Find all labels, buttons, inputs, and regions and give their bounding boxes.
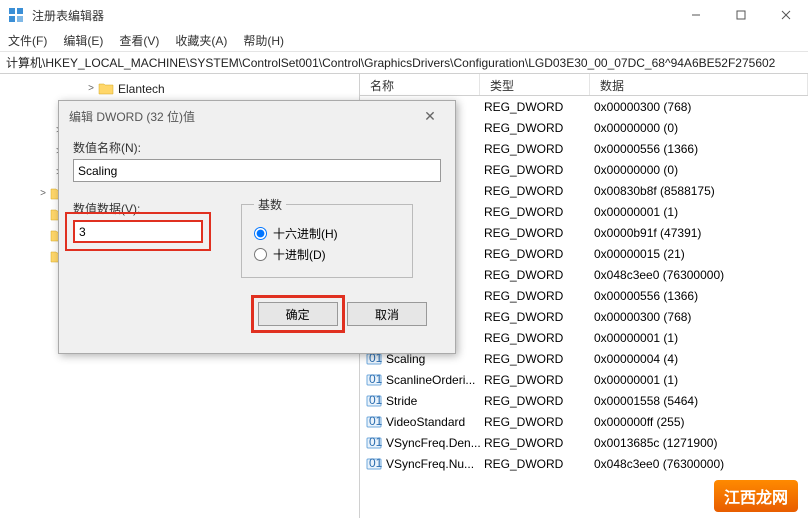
- row-type: REG_DWORD: [480, 268, 590, 282]
- folder-icon: [98, 82, 114, 96]
- row-data: 0x00000556 (1366): [590, 142, 808, 156]
- row-name: Stride: [386, 394, 417, 408]
- menu-bar: 文件(F) 编辑(E) 查看(V) 收藏夹(A) 帮助(H): [0, 30, 808, 52]
- row-data: 0x00000001 (1): [590, 331, 808, 345]
- row-type: REG_DWORD: [480, 121, 590, 135]
- value-name-input[interactable]: [73, 159, 441, 182]
- window-title: 注册表编辑器: [32, 7, 673, 24]
- row-data: 0x000000ff (255): [590, 415, 808, 429]
- dialog-titlebar: 编辑 DWORD (32 位)值 ✕: [59, 101, 455, 131]
- ok-button[interactable]: 确定: [258, 302, 338, 326]
- app-icon: [8, 7, 24, 23]
- row-type: REG_DWORD: [480, 331, 590, 345]
- row-type: REG_DWORD: [480, 100, 590, 114]
- row-type: REG_DWORD: [480, 289, 590, 303]
- row-data: 0x00000001 (1): [590, 205, 808, 219]
- row-data: 0x0013685c (1271900): [590, 436, 808, 450]
- menu-view[interactable]: 查看(V): [119, 32, 159, 49]
- value-data-label: 数值数据(V):: [73, 200, 203, 217]
- maximize-button[interactable]: [718, 0, 763, 30]
- col-name[interactable]: 名称: [360, 74, 480, 95]
- row-name: ScanlineOrderi...: [386, 373, 475, 387]
- row-type: REG_DWORD: [480, 163, 590, 177]
- row-data: 0x00000556 (1366): [590, 289, 808, 303]
- row-type: REG_DWORD: [480, 415, 590, 429]
- row-data: 0x00000000 (0): [590, 163, 808, 177]
- row-type: REG_DWORD: [480, 226, 590, 240]
- row-data: 0x00000300 (768): [590, 100, 808, 114]
- col-type[interactable]: 类型: [480, 74, 590, 95]
- dword-icon: 011: [366, 393, 382, 409]
- col-data[interactable]: 数据: [590, 74, 808, 95]
- dialog-title: 编辑 DWORD (32 位)值: [69, 108, 415, 125]
- svg-text:011: 011: [369, 393, 382, 407]
- base-legend: 基数: [254, 196, 286, 213]
- value-name-label: 数值名称(N):: [73, 139, 441, 156]
- row-type: REG_DWORD: [480, 352, 590, 366]
- list-header: 名称 类型 数据: [360, 74, 808, 96]
- tree-item-label: Elantech: [118, 82, 165, 96]
- row-type: REG_DWORD: [480, 247, 590, 261]
- row-type: REG_DWORD: [480, 373, 590, 387]
- dword-icon: 011: [366, 456, 382, 472]
- row-data: 0x00000004 (4): [590, 352, 808, 366]
- row-name: VideoStandard: [386, 415, 465, 429]
- watermark: 江西龙网: [714, 480, 798, 512]
- tree-item[interactable]: > Elantech: [0, 78, 359, 99]
- dialog-close-button[interactable]: ✕: [415, 108, 445, 125]
- row-data: 0x048c3ee0 (76300000): [590, 268, 808, 282]
- radio-dec[interactable]: [254, 248, 267, 261]
- menu-help[interactable]: 帮助(H): [243, 32, 284, 49]
- row-data: 0x00830b8f (8588175): [590, 184, 808, 198]
- menu-edit[interactable]: 编辑(E): [63, 32, 103, 49]
- list-row[interactable]: 011 Stride REG_DWORD0x00001558 (5464): [360, 390, 808, 411]
- svg-text:011: 011: [369, 414, 382, 428]
- list-row[interactable]: 011 ScanlineOrderi... REG_DWORD0x00000001 …: [360, 369, 808, 390]
- address-text: 计算机\HKEY_LOCAL_MACHINE\SYSTEM\ControlSet…: [6, 54, 775, 71]
- list-row[interactable]: 011 VSyncFreq.Den...REG_DWORD0x0013685c (…: [360, 432, 808, 453]
- svg-text:011: 011: [369, 435, 382, 449]
- dword-icon: 011: [366, 372, 382, 388]
- row-data: 0x00000001 (1): [590, 373, 808, 387]
- row-data: 0x00000000 (0): [590, 121, 808, 135]
- row-data: 0x048c3ee0 (76300000): [590, 457, 808, 471]
- row-type: REG_DWORD: [480, 142, 590, 156]
- radio-dec-label: 十进制(D): [273, 246, 326, 263]
- radio-hex-row[interactable]: 十六进制(H): [254, 225, 400, 242]
- row-data: 0x00000015 (21): [590, 247, 808, 261]
- row-data: 0x00000300 (768): [590, 310, 808, 324]
- dword-icon: 011: [366, 435, 382, 451]
- row-type: REG_DWORD: [480, 394, 590, 408]
- radio-hex[interactable]: [254, 227, 267, 240]
- minimize-button[interactable]: [673, 0, 718, 30]
- edit-dword-dialog: 编辑 DWORD (32 位)值 ✕ 数值名称(N): 数值数据(V): 基数 …: [58, 100, 456, 354]
- base-fieldset: 基数 十六进制(H) 十进制(D): [241, 196, 413, 278]
- list-row[interactable]: 011 VSyncFreq.Nu... REG_DWORD0x048c3ee0 (7…: [360, 453, 808, 474]
- radio-dec-row[interactable]: 十进制(D): [254, 246, 400, 263]
- row-type: REG_DWORD: [480, 457, 590, 471]
- row-type: REG_DWORD: [480, 184, 590, 198]
- row-type: REG_DWORD: [480, 436, 590, 450]
- svg-text:011: 011: [369, 456, 382, 470]
- row-type: REG_DWORD: [480, 310, 590, 324]
- dword-icon: 011: [366, 414, 382, 430]
- value-data-input[interactable]: [73, 220, 203, 243]
- title-bar: 注册表编辑器: [0, 0, 808, 30]
- menu-file[interactable]: 文件(F): [8, 32, 47, 49]
- row-data: 0x00001558 (5464): [590, 394, 808, 408]
- expand-icon[interactable]: >: [84, 83, 98, 94]
- radio-hex-label: 十六进制(H): [273, 225, 338, 242]
- row-data: 0x0000b91f (47391): [590, 226, 808, 240]
- expand-icon[interactable]: >: [36, 188, 50, 199]
- address-bar[interactable]: 计算机\HKEY_LOCAL_MACHINE\SYSTEM\ControlSet…: [0, 52, 808, 74]
- row-type: REG_DWORD: [480, 205, 590, 219]
- svg-text:011: 011: [369, 372, 382, 386]
- list-row[interactable]: 011 VideoStandard REG_DWORD0x000000ff (255…: [360, 411, 808, 432]
- row-name: VSyncFreq.Den...: [386, 436, 480, 450]
- menu-favorites[interactable]: 收藏夹(A): [175, 32, 227, 49]
- window-buttons: [673, 0, 808, 30]
- cancel-button[interactable]: 取消: [347, 302, 427, 326]
- row-name: VSyncFreq.Nu...: [386, 457, 474, 471]
- close-button[interactable]: [763, 0, 808, 30]
